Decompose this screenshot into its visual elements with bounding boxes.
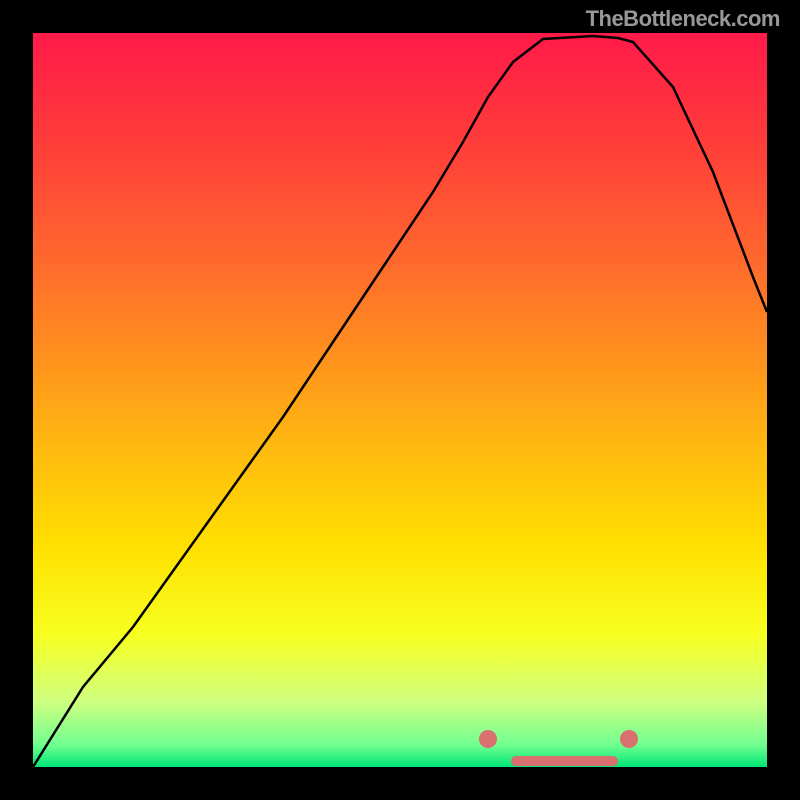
center-marker-bar	[511, 756, 618, 766]
chart-area	[33, 33, 767, 767]
marker-layer	[33, 33, 767, 767]
right-marker-dot	[620, 730, 638, 748]
left-marker-dot	[479, 730, 497, 748]
watermark-text: TheBottleneck.com	[586, 6, 780, 32]
